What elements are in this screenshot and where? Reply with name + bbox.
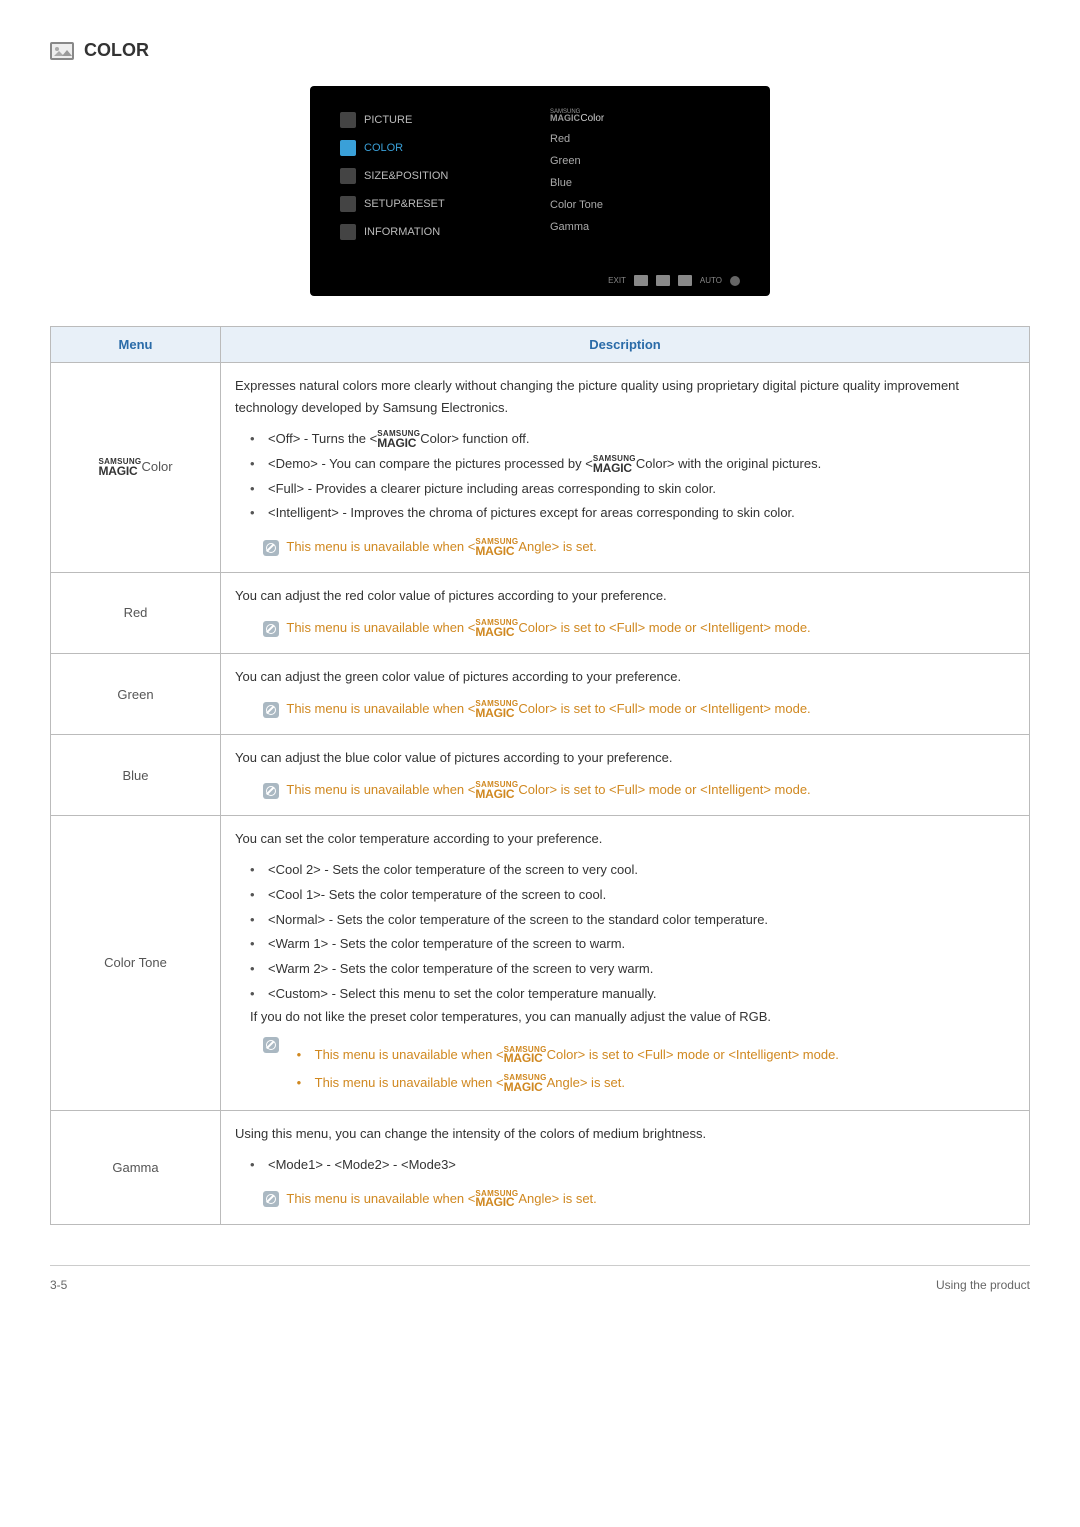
desc-text: If you do not like the preset color temp… [235,1006,1015,1028]
list-item: <Intelligent> - Improves the chroma of p… [250,501,1015,526]
osd-colortone: Color Tone [550,194,740,216]
header-description: Description [221,327,1030,363]
osd-gamma: Gamma [550,216,740,238]
osd-blue: Blue [550,172,740,194]
desc-text: You can adjust the green color value of … [235,666,1015,688]
desc-text: You can adjust the blue color value of p… [235,747,1015,769]
list-item: <Warm 2> - Sets the color temperature of… [250,957,1015,982]
menu-red: Red [51,572,221,653]
list-item: <Custom> - Select this menu to set the c… [250,982,1015,1007]
note-icon [263,783,279,799]
table-row: SAMSUNGMAGICColor Expresses natural colo… [51,363,1030,573]
osd-info: INFORMATION [340,218,540,246]
table-row: Gamma Using this menu, you can change th… [51,1110,1030,1224]
list-item: <Off> - Turns the <SAMSUNGMAGICColor> fu… [250,427,1015,452]
note-icon [263,540,279,556]
note-text: This menu is unavailable when <SAMSUNGMA… [297,1041,839,1070]
osd-screenshot: PICTURE COLOR SIZE&POSITION SETUP&RESET … [310,86,770,296]
menu-magiccolor: SAMSUNGMAGICColor [51,363,221,573]
osd-picture: PICTURE [340,106,540,134]
header-menu: Menu [51,327,221,363]
menu-blue: Blue [51,735,221,816]
footer-left: 3-5 [50,1278,67,1292]
note-text: This menu is unavailable when <SAMSUNGMA… [297,1069,839,1098]
desc-text: You can set the color temperature accord… [235,828,1015,850]
osd-setup: SETUP&RESET [340,190,540,218]
list-item: <Demo> - You can compare the pictures pr… [250,452,1015,477]
note-icon [263,621,279,637]
osd-sizepos: SIZE&POSITION [340,162,540,190]
note-text: This menu is unavailable when <SAMSUNGMA… [286,782,810,797]
menu-colortone: Color Tone [51,816,221,1111]
desc-text: You can adjust the red color value of pi… [235,585,1015,607]
menu-gamma: Gamma [51,1110,221,1224]
note-text: This menu is unavailable when <SAMSUNGMA… [286,701,810,716]
desc-text: Expresses natural colors more clearly wi… [235,375,1015,419]
note-text: This menu is unavailable when <SAMSUNGMA… [286,539,596,554]
list-item: <Cool 1>- Sets the color temperature of … [250,883,1015,908]
osd-green: Green [550,150,740,172]
osd-magic-color: SAMSUNGMAGICColor [550,106,740,128]
osd-footer: EXIT AUTO [608,275,740,286]
list-item: <Normal> - Sets the color temperature of… [250,908,1015,933]
section-header: COLOR [50,40,1030,61]
note-icon [263,1037,279,1053]
menu-green: Green [51,654,221,735]
section-title: COLOR [84,40,149,61]
note-icon [263,1191,279,1207]
table-row: Color Tone You can set the color tempera… [51,816,1030,1111]
picture-icon [50,42,74,60]
table-row: Red You can adjust the red color value o… [51,572,1030,653]
osd-red: Red [550,128,740,150]
list-item: <Full> - Provides a clearer picture incl… [250,477,1015,502]
note-icon [263,702,279,718]
table-row: Green You can adjust the green color val… [51,654,1030,735]
desc-text: Using this menu, you can change the inte… [235,1123,1015,1145]
list-item: <Cool 2> - Sets the color temperature of… [250,858,1015,883]
list-item: <Mode1> - <Mode2> - <Mode3> [250,1153,1015,1178]
list-item: <Warm 1> - Sets the color temperature of… [250,932,1015,957]
page-footer: 3-5 Using the product [50,1265,1030,1292]
osd-color: COLOR [340,134,540,162]
footer-right: Using the product [936,1278,1030,1292]
note-text: This menu is unavailable when <SAMSUNGMA… [286,620,810,635]
settings-table: Menu Description SAMSUNGMAGICColor Expre… [50,326,1030,1225]
table-row: Blue You can adjust the blue color value… [51,735,1030,816]
note-text: This menu is unavailable when <SAMSUNGMA… [286,1191,596,1206]
